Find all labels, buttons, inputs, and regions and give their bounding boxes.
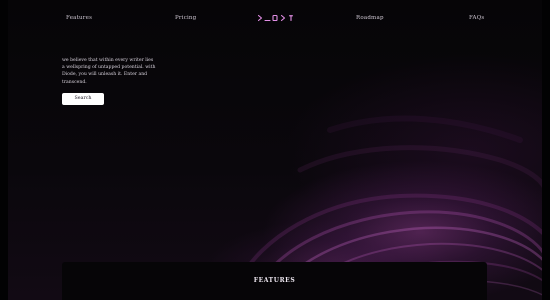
- nav-link-features[interactable]: Features: [66, 12, 92, 24]
- brand-logo-icon[interactable]: [257, 12, 297, 24]
- page-background: [0, 0, 550, 300]
- nav-link-pricing[interactable]: Pricing: [175, 12, 196, 24]
- hero-description: we believe that within every writer lies…: [62, 58, 156, 85]
- nav-link-roadmap[interactable]: Roadmap: [356, 12, 384, 24]
- left-border: [0, 0, 8, 300]
- nav-link-faqs[interactable]: FAQs: [469, 12, 484, 24]
- features-panel: FEATURES: [62, 262, 487, 300]
- features-heading: FEATURES: [253, 277, 296, 284]
- right-border: [542, 0, 550, 300]
- search-button[interactable]: Search: [62, 93, 104, 105]
- top-nav: Features Pricing Roadmap FAQs: [0, 12, 550, 24]
